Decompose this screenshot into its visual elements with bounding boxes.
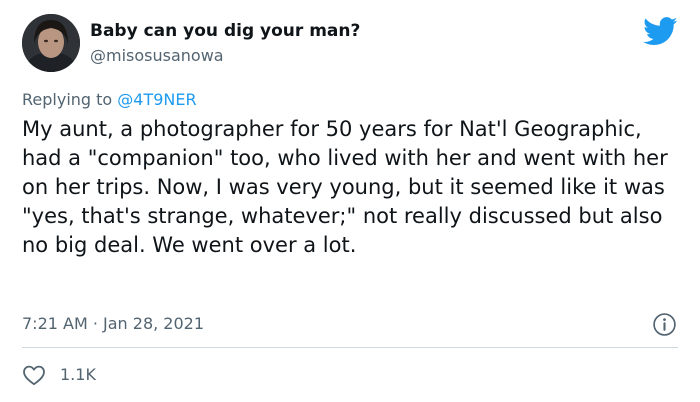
divider	[22, 347, 678, 348]
heart-icon[interactable]	[22, 364, 46, 386]
tweet-text: My aunt, a photographer for 50 years for…	[22, 117, 668, 257]
info-icon[interactable]	[652, 312, 677, 337]
like-count: 1.1K	[60, 365, 96, 384]
timestamp[interactable]: 7:21 AM · Jan 28, 2021	[22, 314, 204, 333]
avatar-image	[22, 14, 80, 72]
reply-mention-link[interactable]: @4T9NER	[117, 90, 196, 109]
twitter-bird-icon[interactable]	[643, 17, 678, 46]
reply-context: Replying to @4T9NER	[22, 90, 197, 109]
user-handle[interactable]: @misosusanowa	[90, 46, 224, 65]
avatar[interactable]	[22, 14, 80, 72]
display-name[interactable]: Baby can you dig your man?	[90, 21, 360, 41]
reply-prefix: Replying to	[22, 90, 118, 109]
